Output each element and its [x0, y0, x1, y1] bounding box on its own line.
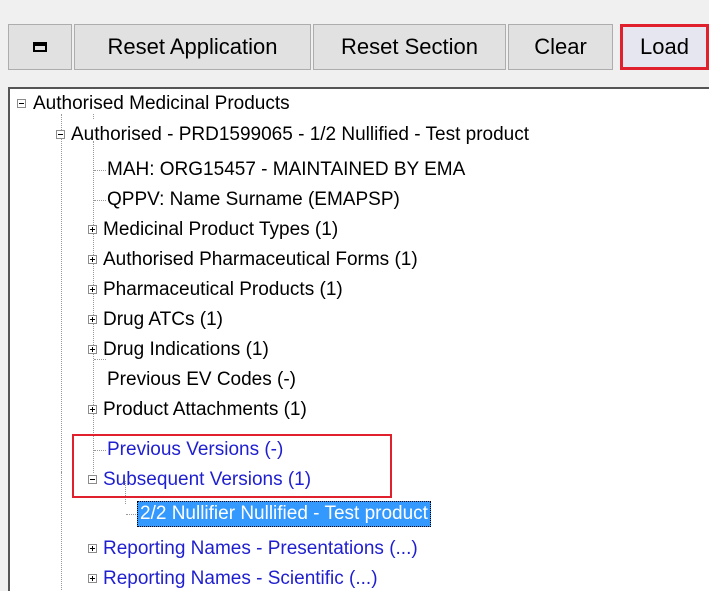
- reset-section-button[interactable]: Reset Section: [313, 24, 506, 70]
- tree-line: [94, 200, 106, 201]
- tree-line: [93, 141, 94, 473]
- expand-icon[interactable]: [88, 225, 97, 234]
- collapse-icon[interactable]: [88, 475, 97, 484]
- tree-node-reporting-scientific[interactable]: Reporting Names - Scientific (...): [103, 564, 378, 591]
- expand-icon[interactable]: [88, 574, 97, 583]
- tree-node-mah[interactable]: MAH: ORG15457 - MAINTAINED BY EMA: [107, 155, 465, 185]
- tree-line: [61, 472, 62, 591]
- tree-node-medicinal-product-types[interactable]: Medicinal Product Types (1): [103, 215, 338, 245]
- expand-icon[interactable]: [88, 315, 97, 324]
- expand-icon[interactable]: [88, 255, 97, 264]
- collapse-icon[interactable]: [56, 130, 65, 139]
- selected-item-label[interactable]: 2/2 Nullifier Nullified - Test product: [137, 501, 431, 527]
- tree-line: [94, 450, 106, 451]
- tree-line: [61, 114, 62, 472]
- tree-node-product-attachments[interactable]: Product Attachments (1): [103, 395, 307, 425]
- tree-node-pharmaceutical-products[interactable]: Pharmaceutical Products (1): [103, 275, 343, 305]
- tree-node-subsequent-versions[interactable]: Subsequent Versions (1): [103, 465, 311, 495]
- tree-line: [94, 170, 106, 171]
- load-button[interactable]: Load: [620, 24, 709, 70]
- clear-button[interactable]: Clear: [508, 24, 613, 70]
- tree-node-pharmaceutical-forms[interactable]: Authorised Pharmaceutical Forms (1): [103, 245, 418, 275]
- tree-view[interactable]: Authorised Medicinal Products Authorised…: [8, 87, 709, 591]
- expand-icon[interactable]: [88, 345, 97, 354]
- tree-node-reporting-presentations[interactable]: Reporting Names - Presentations (...): [103, 534, 418, 564]
- expand-icon[interactable]: [88, 544, 97, 553]
- collapse-icon[interactable]: [17, 99, 26, 108]
- window-icon-button[interactable]: [8, 24, 72, 70]
- tree-node-qppv[interactable]: QPPV: Name Surname (EMAPSP): [107, 185, 400, 215]
- toolbar: Reset Application Reset Section Clear Lo…: [0, 0, 709, 84]
- tree-node-drug-indications[interactable]: Drug Indications (1): [103, 335, 269, 365]
- window-icon: [33, 42, 47, 52]
- tree-node-root[interactable]: Authorised Medicinal Products: [33, 89, 290, 119]
- tree-node-previous-versions[interactable]: Previous Versions (-): [107, 435, 283, 465]
- expand-icon[interactable]: [88, 285, 97, 294]
- expand-icon[interactable]: [88, 405, 97, 414]
- reset-application-button[interactable]: Reset Application: [74, 24, 311, 70]
- tree-node-product[interactable]: Authorised - PRD1599065 - 1/2 Nullified …: [71, 120, 529, 150]
- tree-node-drug-atcs[interactable]: Drug ATCs (1): [103, 305, 223, 335]
- tree-node-selected-child[interactable]: 2/2 Nullifier Nullified - Test product: [137, 499, 431, 529]
- tree-node-previous-ev-codes[interactable]: Previous EV Codes (-): [107, 365, 296, 395]
